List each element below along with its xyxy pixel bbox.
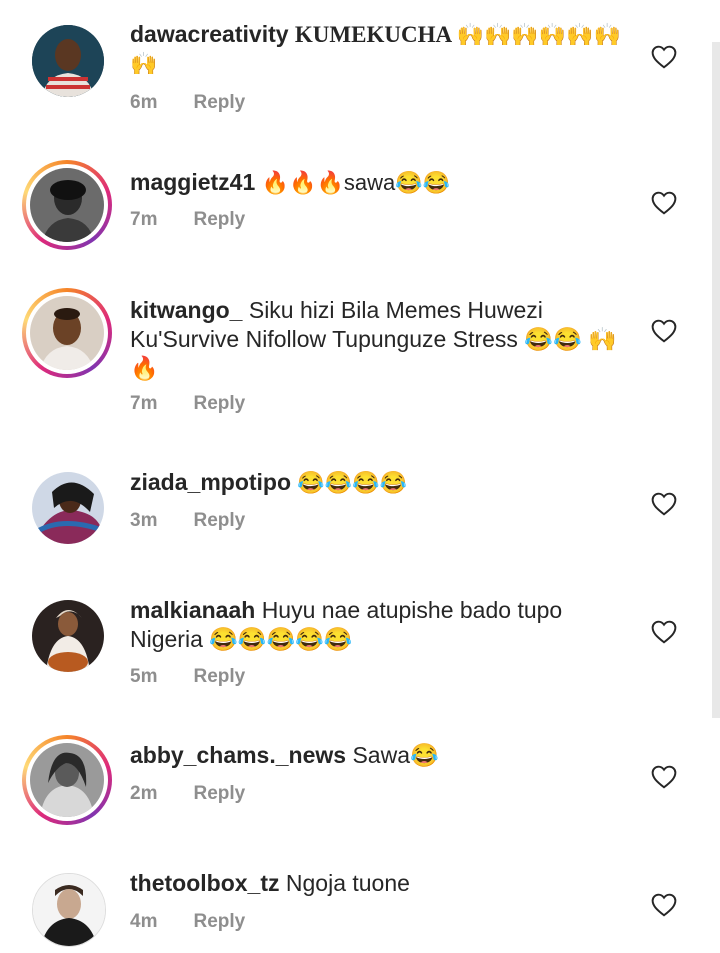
comment-text: 😂😂😂😂: [297, 470, 407, 495]
avatar[interactable]: [22, 863, 112, 953]
avatar[interactable]: [22, 735, 112, 825]
comment-time: 4m: [130, 911, 158, 932]
comment-username[interactable]: maggietz41: [130, 169, 255, 195]
comment-meta: 2m Reply: [130, 783, 245, 805]
comment-time: 6m: [130, 92, 158, 113]
scrollbar[interactable]: [712, 42, 720, 718]
comment-time: 7m: [130, 393, 158, 414]
man-avatar-photo-icon: [33, 874, 105, 946]
reply-button[interactable]: Reply: [193, 393, 245, 414]
comment-meta: 3m Reply: [130, 510, 245, 532]
avatar[interactable]: [22, 462, 112, 552]
comment-username[interactable]: ziada_mpotipo: [130, 469, 291, 495]
comment-meta: 6m Reply: [130, 92, 245, 114]
comment-username[interactable]: malkianaah: [130, 597, 255, 623]
comment-username[interactable]: thetoolbox_tz: [130, 870, 280, 896]
heart-icon[interactable]: [651, 492, 677, 516]
woman-avatar-photo-icon: [30, 168, 104, 242]
comment-time: 2m: [130, 783, 158, 804]
heart-icon[interactable]: [651, 765, 677, 789]
reply-button[interactable]: Reply: [193, 911, 245, 932]
heart-icon[interactable]: [651, 191, 677, 215]
woman-avatar-photo-icon: [30, 743, 104, 817]
comment-username[interactable]: abby_chams._news: [130, 742, 346, 768]
comment-username[interactable]: kitwango_: [130, 297, 242, 323]
man-avatar-photo-icon: [30, 296, 104, 370]
reply-button[interactable]: Reply: [193, 92, 245, 113]
heart-icon[interactable]: [651, 319, 677, 343]
comment-meta: 7m Reply: [130, 393, 245, 415]
comment-meta: 4m Reply: [130, 911, 245, 933]
heart-icon[interactable]: [651, 620, 677, 644]
avatar[interactable]: [22, 15, 112, 105]
man-avatar-photo-icon: [32, 25, 104, 97]
woman-avatar-photo-icon: [32, 472, 104, 544]
avatar[interactable]: [22, 160, 112, 250]
comment-time: 7m: [130, 209, 158, 230]
reply-button[interactable]: Reply: [193, 666, 245, 687]
comment-text: Sawa😂: [352, 742, 439, 768]
woman-avatar-photo-icon: [32, 600, 104, 672]
comment-username[interactable]: dawacreativity: [130, 21, 289, 47]
reply-button[interactable]: Reply: [193, 783, 245, 804]
avatar[interactable]: [22, 590, 112, 680]
comment-time: 5m: [130, 666, 158, 687]
heart-icon[interactable]: [651, 45, 677, 69]
comment-meta: 7m Reply: [130, 209, 245, 231]
comment-text: Ngoja tuone: [285, 870, 410, 896]
comment-text-word: KUMEKUCHA: [294, 22, 451, 47]
reply-button[interactable]: Reply: [193, 209, 245, 230]
avatar[interactable]: [22, 288, 112, 378]
comment-time: 3m: [130, 510, 158, 531]
heart-icon[interactable]: [651, 893, 677, 917]
reply-button[interactable]: Reply: [193, 510, 245, 531]
comment-meta: 5m Reply: [130, 666, 245, 688]
comment-text: 🔥🔥🔥sawa😂😂: [261, 170, 450, 195]
